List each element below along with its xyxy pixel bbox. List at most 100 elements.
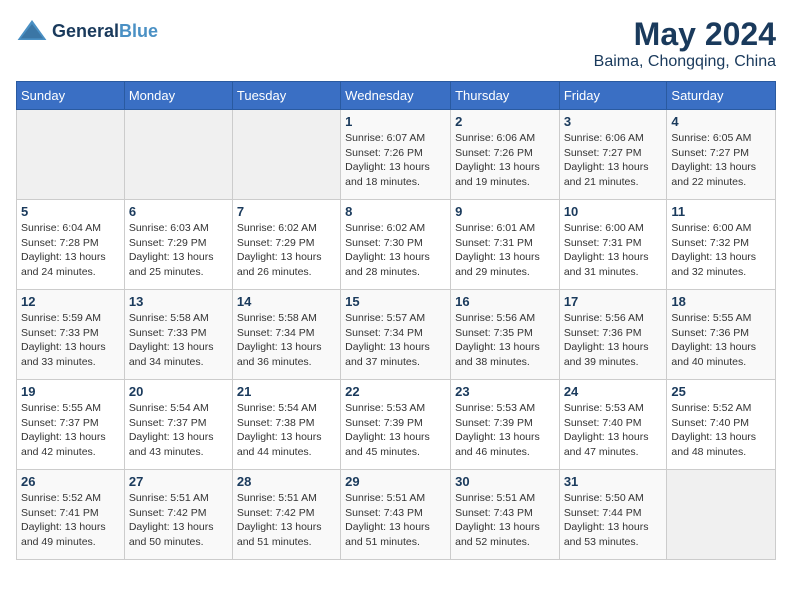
logo-icon — [16, 16, 48, 48]
day-number: 8 — [345, 204, 446, 219]
day-info: Sunrise: 5:53 AM Sunset: 7:40 PM Dayligh… — [564, 401, 663, 460]
day-info: Sunrise: 6:02 AM Sunset: 7:30 PM Dayligh… — [345, 221, 446, 280]
day-info: Sunrise: 5:56 AM Sunset: 7:35 PM Dayligh… — [455, 311, 555, 370]
day-info: Sunrise: 5:55 AM Sunset: 7:36 PM Dayligh… — [671, 311, 771, 370]
weekday-header-wednesday: Wednesday — [341, 82, 451, 110]
calendar-cell — [17, 110, 125, 200]
calendar-cell: 21 Sunrise: 5:54 AM Sunset: 7:38 PM Dayli… — [232, 380, 340, 470]
calendar-cell: 27 Sunrise: 5:51 AM Sunset: 7:42 PM Dayli… — [124, 470, 232, 560]
day-number: 23 — [455, 384, 555, 399]
day-info: Sunrise: 6:01 AM Sunset: 7:31 PM Dayligh… — [455, 221, 555, 280]
day-number: 11 — [671, 204, 771, 219]
calendar-cell — [124, 110, 232, 200]
title-block: May 2024 Baima, Chongqing, China — [594, 16, 776, 71]
day-info: Sunrise: 5:57 AM Sunset: 7:34 PM Dayligh… — [345, 311, 446, 370]
day-number: 18 — [671, 294, 771, 309]
calendar-cell: 10Sunrise: 6:00 AM Sunset: 7:31 PM Dayli… — [559, 200, 667, 290]
day-number: 22 — [345, 384, 446, 399]
day-number: 1 — [345, 114, 446, 129]
weekday-header-tuesday: Tuesday — [232, 82, 340, 110]
calendar-cell: 4 Sunrise: 6:05 AM Sunset: 7:27 PM Daylig… — [667, 110, 776, 200]
day-info: Sunrise: 5:58 AM Sunset: 7:34 PM Dayligh… — [237, 311, 336, 370]
day-number: 21 — [237, 384, 336, 399]
day-number: 5 — [21, 204, 120, 219]
day-number: 25 — [671, 384, 771, 399]
day-number: 4 — [671, 114, 771, 129]
day-info: Sunrise: 5:54 AM Sunset: 7:38 PM Dayligh… — [237, 401, 336, 460]
day-info: Sunrise: 5:59 AM Sunset: 7:33 PM Dayligh… — [21, 311, 120, 370]
day-info: Sunrise: 6:00 AM Sunset: 7:32 PM Dayligh… — [671, 221, 771, 280]
day-number: 19 — [21, 384, 120, 399]
weekday-header-thursday: Thursday — [451, 82, 560, 110]
day-info: Sunrise: 5:52 AM Sunset: 7:41 PM Dayligh… — [21, 491, 120, 550]
calendar-cell: 24 Sunrise: 5:53 AM Sunset: 7:40 PM Dayli… — [559, 380, 667, 470]
calendar-cell: 7 Sunrise: 6:02 AM Sunset: 7:29 PM Daylig… — [232, 200, 340, 290]
day-number: 27 — [129, 474, 228, 489]
day-info: Sunrise: 6:02 AM Sunset: 7:29 PM Dayligh… — [237, 221, 336, 280]
day-number: 12 — [21, 294, 120, 309]
day-info: Sunrise: 5:56 AM Sunset: 7:36 PM Dayligh… — [564, 311, 663, 370]
weekday-header-saturday: Saturday — [667, 82, 776, 110]
day-info: Sunrise: 6:00 AM Sunset: 7:31 PM Dayligh… — [564, 221, 663, 280]
day-info: Sunrise: 6:07 AM Sunset: 7:26 PM Dayligh… — [345, 131, 446, 190]
day-info: Sunrise: 5:51 AM Sunset: 7:42 PM Dayligh… — [237, 491, 336, 550]
day-number: 17 — [564, 294, 663, 309]
subtitle: Baima, Chongqing, China — [594, 53, 776, 71]
weekday-header-monday: Monday — [124, 82, 232, 110]
calendar-cell: 22 Sunrise: 5:53 AM Sunset: 7:39 PM Dayli… — [341, 380, 451, 470]
day-info: Sunrise: 6:05 AM Sunset: 7:27 PM Dayligh… — [671, 131, 771, 190]
day-number: 14 — [237, 294, 336, 309]
calendar-cell — [667, 470, 776, 560]
day-info: Sunrise: 6:03 AM Sunset: 7:29 PM Dayligh… — [129, 221, 228, 280]
day-number: 2 — [455, 114, 555, 129]
day-number: 7 — [237, 204, 336, 219]
calendar-cell: 3Sunrise: 6:06 AM Sunset: 7:27 PM Daylig… — [559, 110, 667, 200]
calendar-cell: 5 Sunrise: 6:04 AM Sunset: 7:28 PM Daylig… — [17, 200, 125, 290]
calendar-cell: 30 Sunrise: 5:51 AM Sunset: 7:43 PM Dayli… — [451, 470, 560, 560]
calendar-cell: 23 Sunrise: 5:53 AM Sunset: 7:39 PM Dayli… — [451, 380, 560, 470]
day-number: 30 — [455, 474, 555, 489]
logo-text: GeneralBlue — [52, 22, 158, 42]
day-number: 13 — [129, 294, 228, 309]
day-info: Sunrise: 5:51 AM Sunset: 7:43 PM Dayligh… — [455, 491, 555, 550]
calendar-cell: 18 Sunrise: 5:55 AM Sunset: 7:36 PM Dayli… — [667, 290, 776, 380]
calendar-cell: 16Sunrise: 5:56 AM Sunset: 7:35 PM Dayli… — [451, 290, 560, 380]
day-info: Sunrise: 6:04 AM Sunset: 7:28 PM Dayligh… — [21, 221, 120, 280]
calendar-cell: 9 Sunrise: 6:01 AM Sunset: 7:31 PM Daylig… — [451, 200, 560, 290]
day-info: Sunrise: 5:51 AM Sunset: 7:43 PM Dayligh… — [345, 491, 446, 550]
calendar-cell: 25 Sunrise: 5:52 AM Sunset: 7:40 PM Dayli… — [667, 380, 776, 470]
calendar-cell: 20 Sunrise: 5:54 AM Sunset: 7:37 PM Dayli… — [124, 380, 232, 470]
day-info: Sunrise: 5:53 AM Sunset: 7:39 PM Dayligh… — [455, 401, 555, 460]
day-info: Sunrise: 6:06 AM Sunset: 7:26 PM Dayligh… — [455, 131, 555, 190]
main-title: May 2024 — [594, 16, 776, 53]
day-number: 29 — [345, 474, 446, 489]
calendar-cell — [232, 110, 340, 200]
calendar-cell: 6Sunrise: 6:03 AM Sunset: 7:29 PM Daylig… — [124, 200, 232, 290]
logo: GeneralBlue — [16, 16, 158, 48]
day-info: Sunrise: 6:06 AM Sunset: 7:27 PM Dayligh… — [564, 131, 663, 190]
calendar-cell: 28Sunrise: 5:51 AM Sunset: 7:42 PM Dayli… — [232, 470, 340, 560]
day-number: 15 — [345, 294, 446, 309]
page-header: GeneralBlue May 2024 Baima, Chongqing, C… — [16, 16, 776, 71]
day-number: 26 — [21, 474, 120, 489]
calendar-cell: 8 Sunrise: 6:02 AM Sunset: 7:30 PM Daylig… — [341, 200, 451, 290]
day-number: 20 — [129, 384, 228, 399]
day-number: 31 — [564, 474, 663, 489]
day-info: Sunrise: 5:53 AM Sunset: 7:39 PM Dayligh… — [345, 401, 446, 460]
calendar-cell: 29 Sunrise: 5:51 AM Sunset: 7:43 PM Dayli… — [341, 470, 451, 560]
day-info: Sunrise: 5:55 AM Sunset: 7:37 PM Dayligh… — [21, 401, 120, 460]
day-number: 9 — [455, 204, 555, 219]
calendar-cell: 2 Sunrise: 6:06 AM Sunset: 7:26 PM Daylig… — [451, 110, 560, 200]
calendar-cell: 15 Sunrise: 5:57 AM Sunset: 7:34 PM Dayli… — [341, 290, 451, 380]
calendar-cell: 13Sunrise: 5:58 AM Sunset: 7:33 PM Dayli… — [124, 290, 232, 380]
weekday-header-sunday: Sunday — [17, 82, 125, 110]
calendar-cell: 11 Sunrise: 6:00 AM Sunset: 7:32 PM Dayli… — [667, 200, 776, 290]
day-number: 24 — [564, 384, 663, 399]
calendar-cell: 31 Sunrise: 5:50 AM Sunset: 7:44 PM Dayli… — [559, 470, 667, 560]
day-info: Sunrise: 5:52 AM Sunset: 7:40 PM Dayligh… — [671, 401, 771, 460]
day-info: Sunrise: 5:50 AM Sunset: 7:44 PM Dayligh… — [564, 491, 663, 550]
day-info: Sunrise: 5:51 AM Sunset: 7:42 PM Dayligh… — [129, 491, 228, 550]
day-info: Sunrise: 5:54 AM Sunset: 7:37 PM Dayligh… — [129, 401, 228, 460]
calendar-cell: 12 Sunrise: 5:59 AM Sunset: 7:33 PM Dayli… — [17, 290, 125, 380]
weekday-header-friday: Friday — [559, 82, 667, 110]
